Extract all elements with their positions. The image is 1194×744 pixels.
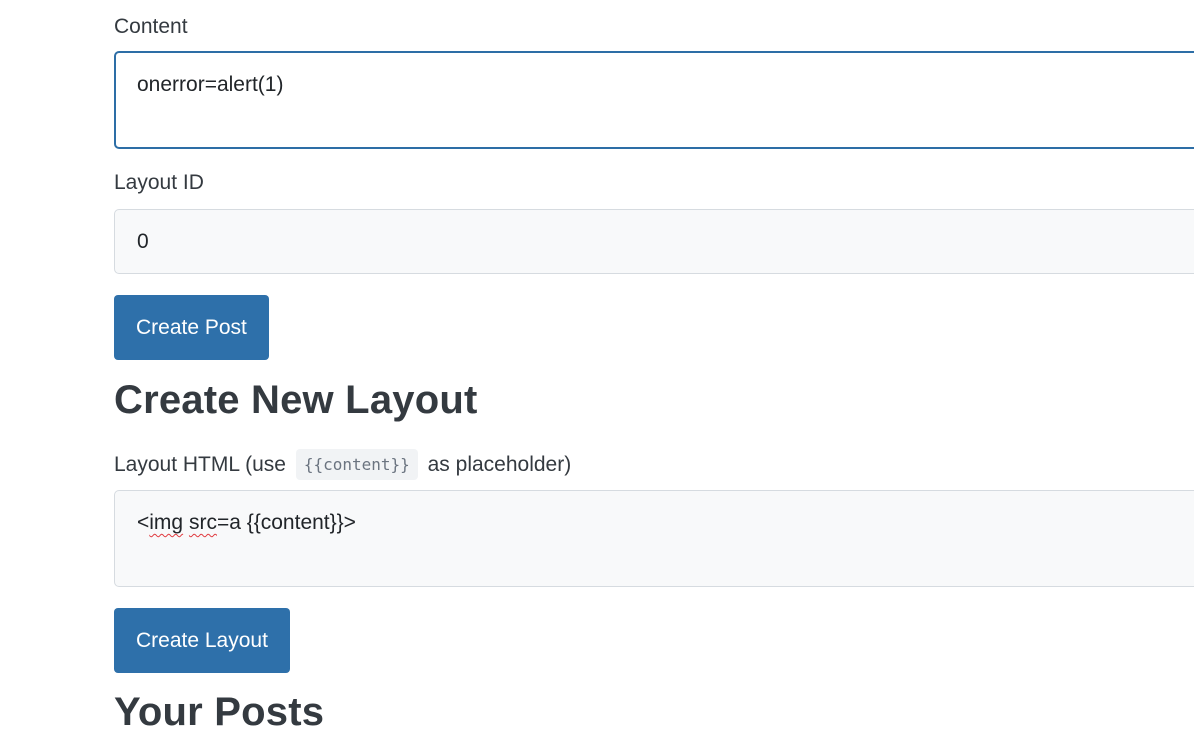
content-textarea-value: onerror=alert(1): [137, 73, 284, 96]
spellcheck-word-img: img: [149, 511, 184, 534]
layout-html-label: Layout HTML (use {{content}} as placehol…: [114, 449, 571, 480]
layout-id-input[interactable]: 0: [114, 209, 1194, 274]
content-label: Content: [114, 15, 188, 38]
your-posts-heading: Your Posts: [114, 690, 325, 734]
layout-html-textarea[interactable]: <img src=a {{content}}>: [114, 490, 1194, 587]
layout-id-label: Layout ID: [114, 171, 204, 194]
spellcheck-word-src: src: [188, 511, 217, 534]
content-textarea[interactable]: onerror=alert(1): [114, 51, 1194, 149]
create-layout-heading: Create New Layout: [114, 378, 478, 422]
placeholder-code: {{content}}: [295, 449, 418, 480]
layout-html-textarea-value: <img src=a {{content}}>: [137, 511, 356, 535]
layout-html-text-open: <: [137, 511, 150, 534]
create-layout-button[interactable]: Create Layout: [114, 608, 290, 673]
layout-id-value: 0: [137, 230, 149, 253]
create-post-button[interactable]: Create Post: [114, 295, 269, 360]
layout-html-label-suffix: as placeholder): [427, 453, 572, 476]
layout-html-text-rest: =a {{content}}>: [216, 511, 356, 534]
layout-html-label-prefix: Layout HTML (use: [114, 453, 286, 476]
